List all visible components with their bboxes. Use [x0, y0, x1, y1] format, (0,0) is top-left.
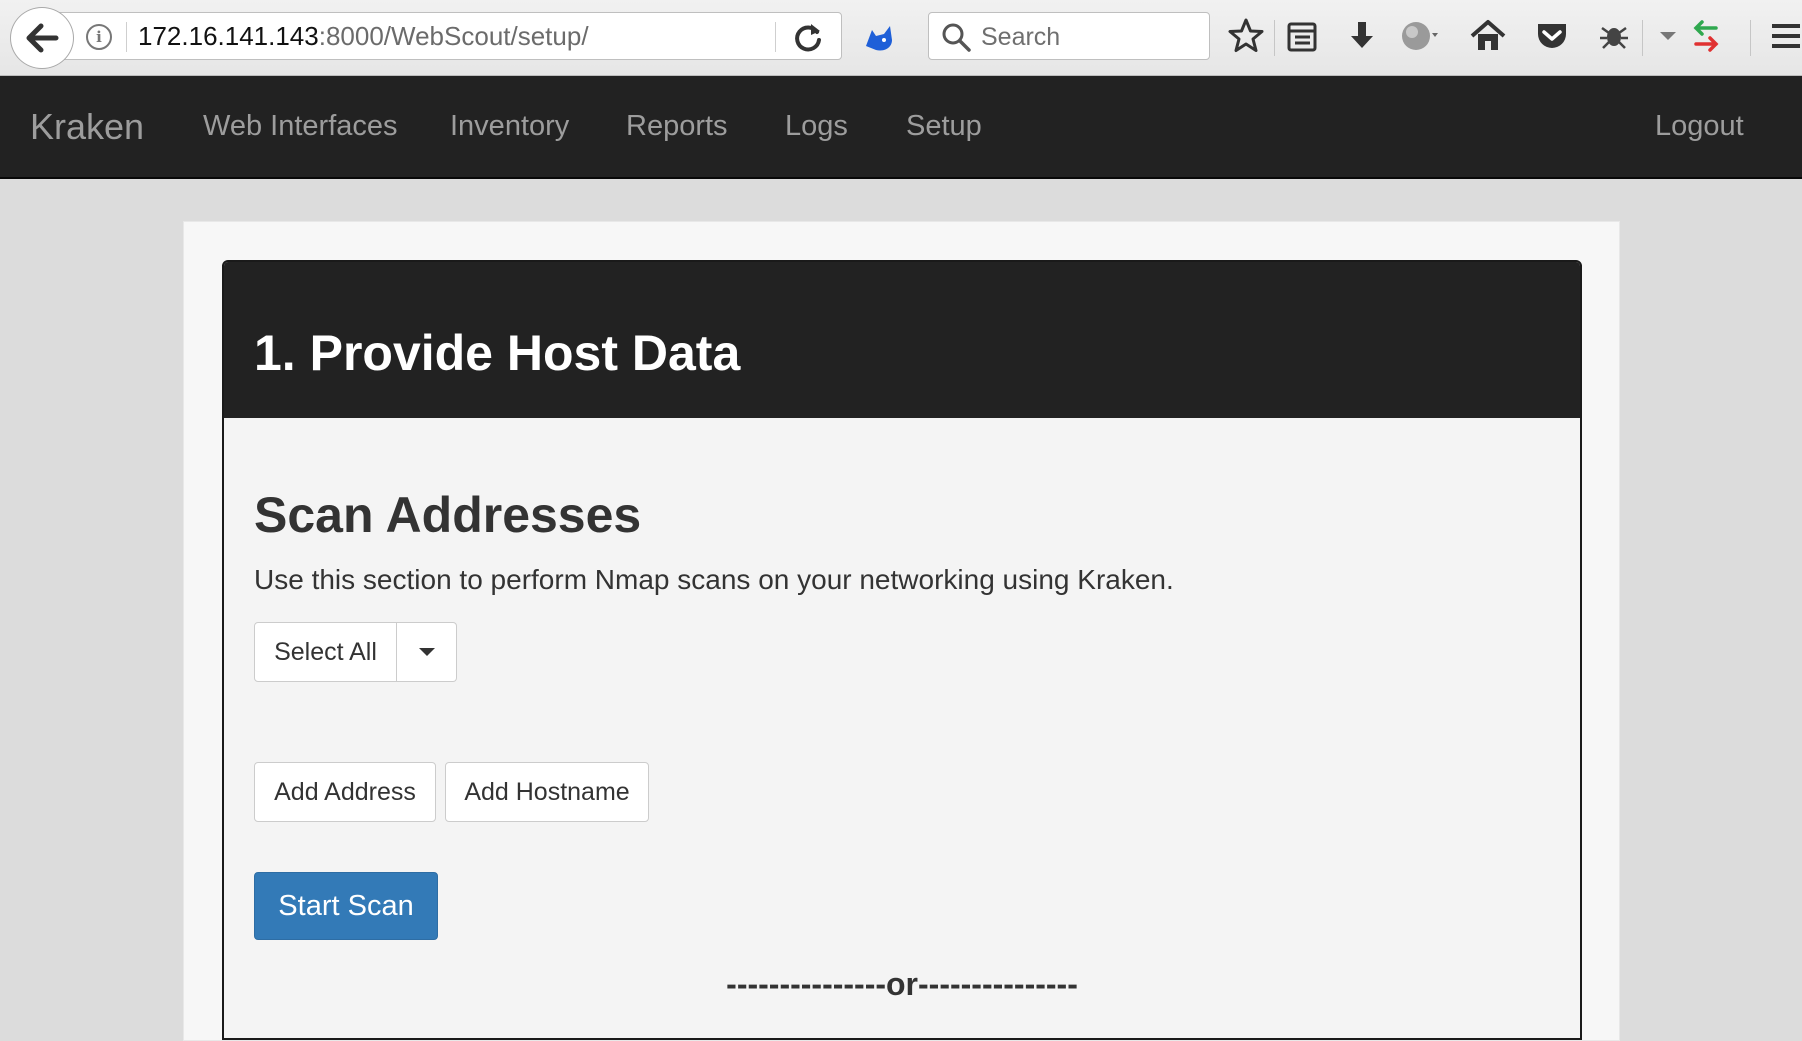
reading-list-icon[interactable] — [1282, 16, 1322, 56]
section-title: Scan Addresses — [254, 487, 642, 543]
browser-toolbar: i 172.16.141.143:8000/WebScout/setup/ Se… — [0, 0, 1802, 76]
dropdown-arrow-icon[interactable] — [1648, 16, 1688, 56]
pocket-icon[interactable] — [1532, 16, 1572, 56]
sync-arrows-icon[interactable] — [1686, 16, 1726, 56]
url-text[interactable]: 172.16.141.143:8000/WebScout/setup/ — [138, 21, 589, 52]
url-separator — [775, 22, 776, 52]
cat-extension-icon[interactable] — [862, 20, 898, 56]
star-icon[interactable] — [1226, 16, 1266, 56]
back-arrow-icon — [26, 23, 59, 53]
add-address-button[interactable]: Add Address — [254, 762, 436, 822]
search-icon — [942, 23, 971, 52]
select-all-button[interactable]: Select All — [254, 622, 397, 682]
nav-web-interfaces[interactable]: Web Interfaces — [203, 110, 398, 143]
search-box[interactable]: Search — [928, 12, 1210, 60]
nav-logs[interactable]: Logs — [785, 110, 848, 143]
panel-header: 1. Provide Host Data — [224, 262, 1580, 418]
caret-down-icon — [418, 648, 435, 656]
logout-link[interactable]: Logout — [1655, 110, 1744, 143]
bug-extension-icon[interactable] — [1594, 16, 1634, 56]
url-path: :8000/WebScout/setup/ — [318, 21, 589, 51]
panel-title: 1. Provide Host Data — [254, 325, 741, 381]
host-data-panel: 1. Provide Host Data Scan Addresses Use … — [222, 260, 1582, 1040]
reload-icon[interactable] — [790, 20, 826, 56]
select-dropdown-toggle[interactable] — [397, 622, 457, 682]
url-host: 172.16.141.143 — [138, 21, 319, 51]
toolbar-separator — [1274, 20, 1275, 56]
home-icon[interactable] — [1468, 16, 1508, 56]
hamburger-menu-icon[interactable] — [1766, 16, 1802, 56]
toolbar-separator — [1642, 20, 1643, 56]
info-icon[interactable]: i — [86, 24, 112, 50]
add-hostname-button[interactable]: Add Hostname — [445, 762, 649, 822]
download-icon[interactable] — [1342, 16, 1382, 56]
back-button[interactable] — [10, 7, 74, 69]
search-placeholder: Search — [981, 23, 1061, 51]
url-separator — [126, 22, 127, 52]
nav-reports[interactable]: Reports — [626, 110, 728, 143]
app-navbar: Kraken Web Interfaces Inventory Reports … — [0, 76, 1802, 179]
nav-inventory[interactable]: Inventory — [450, 110, 569, 143]
or-divider: ---------------or--------------- — [726, 966, 1078, 1002]
start-scan-button[interactable]: Start Scan — [254, 872, 438, 940]
globe-icon[interactable] — [1398, 16, 1438, 56]
brand-link[interactable]: Kraken — [30, 106, 144, 148]
toolbar-separator — [1750, 20, 1751, 56]
nav-setup[interactable]: Setup — [906, 110, 982, 143]
section-description: Use this section to perform Nmap scans o… — [254, 564, 1174, 595]
